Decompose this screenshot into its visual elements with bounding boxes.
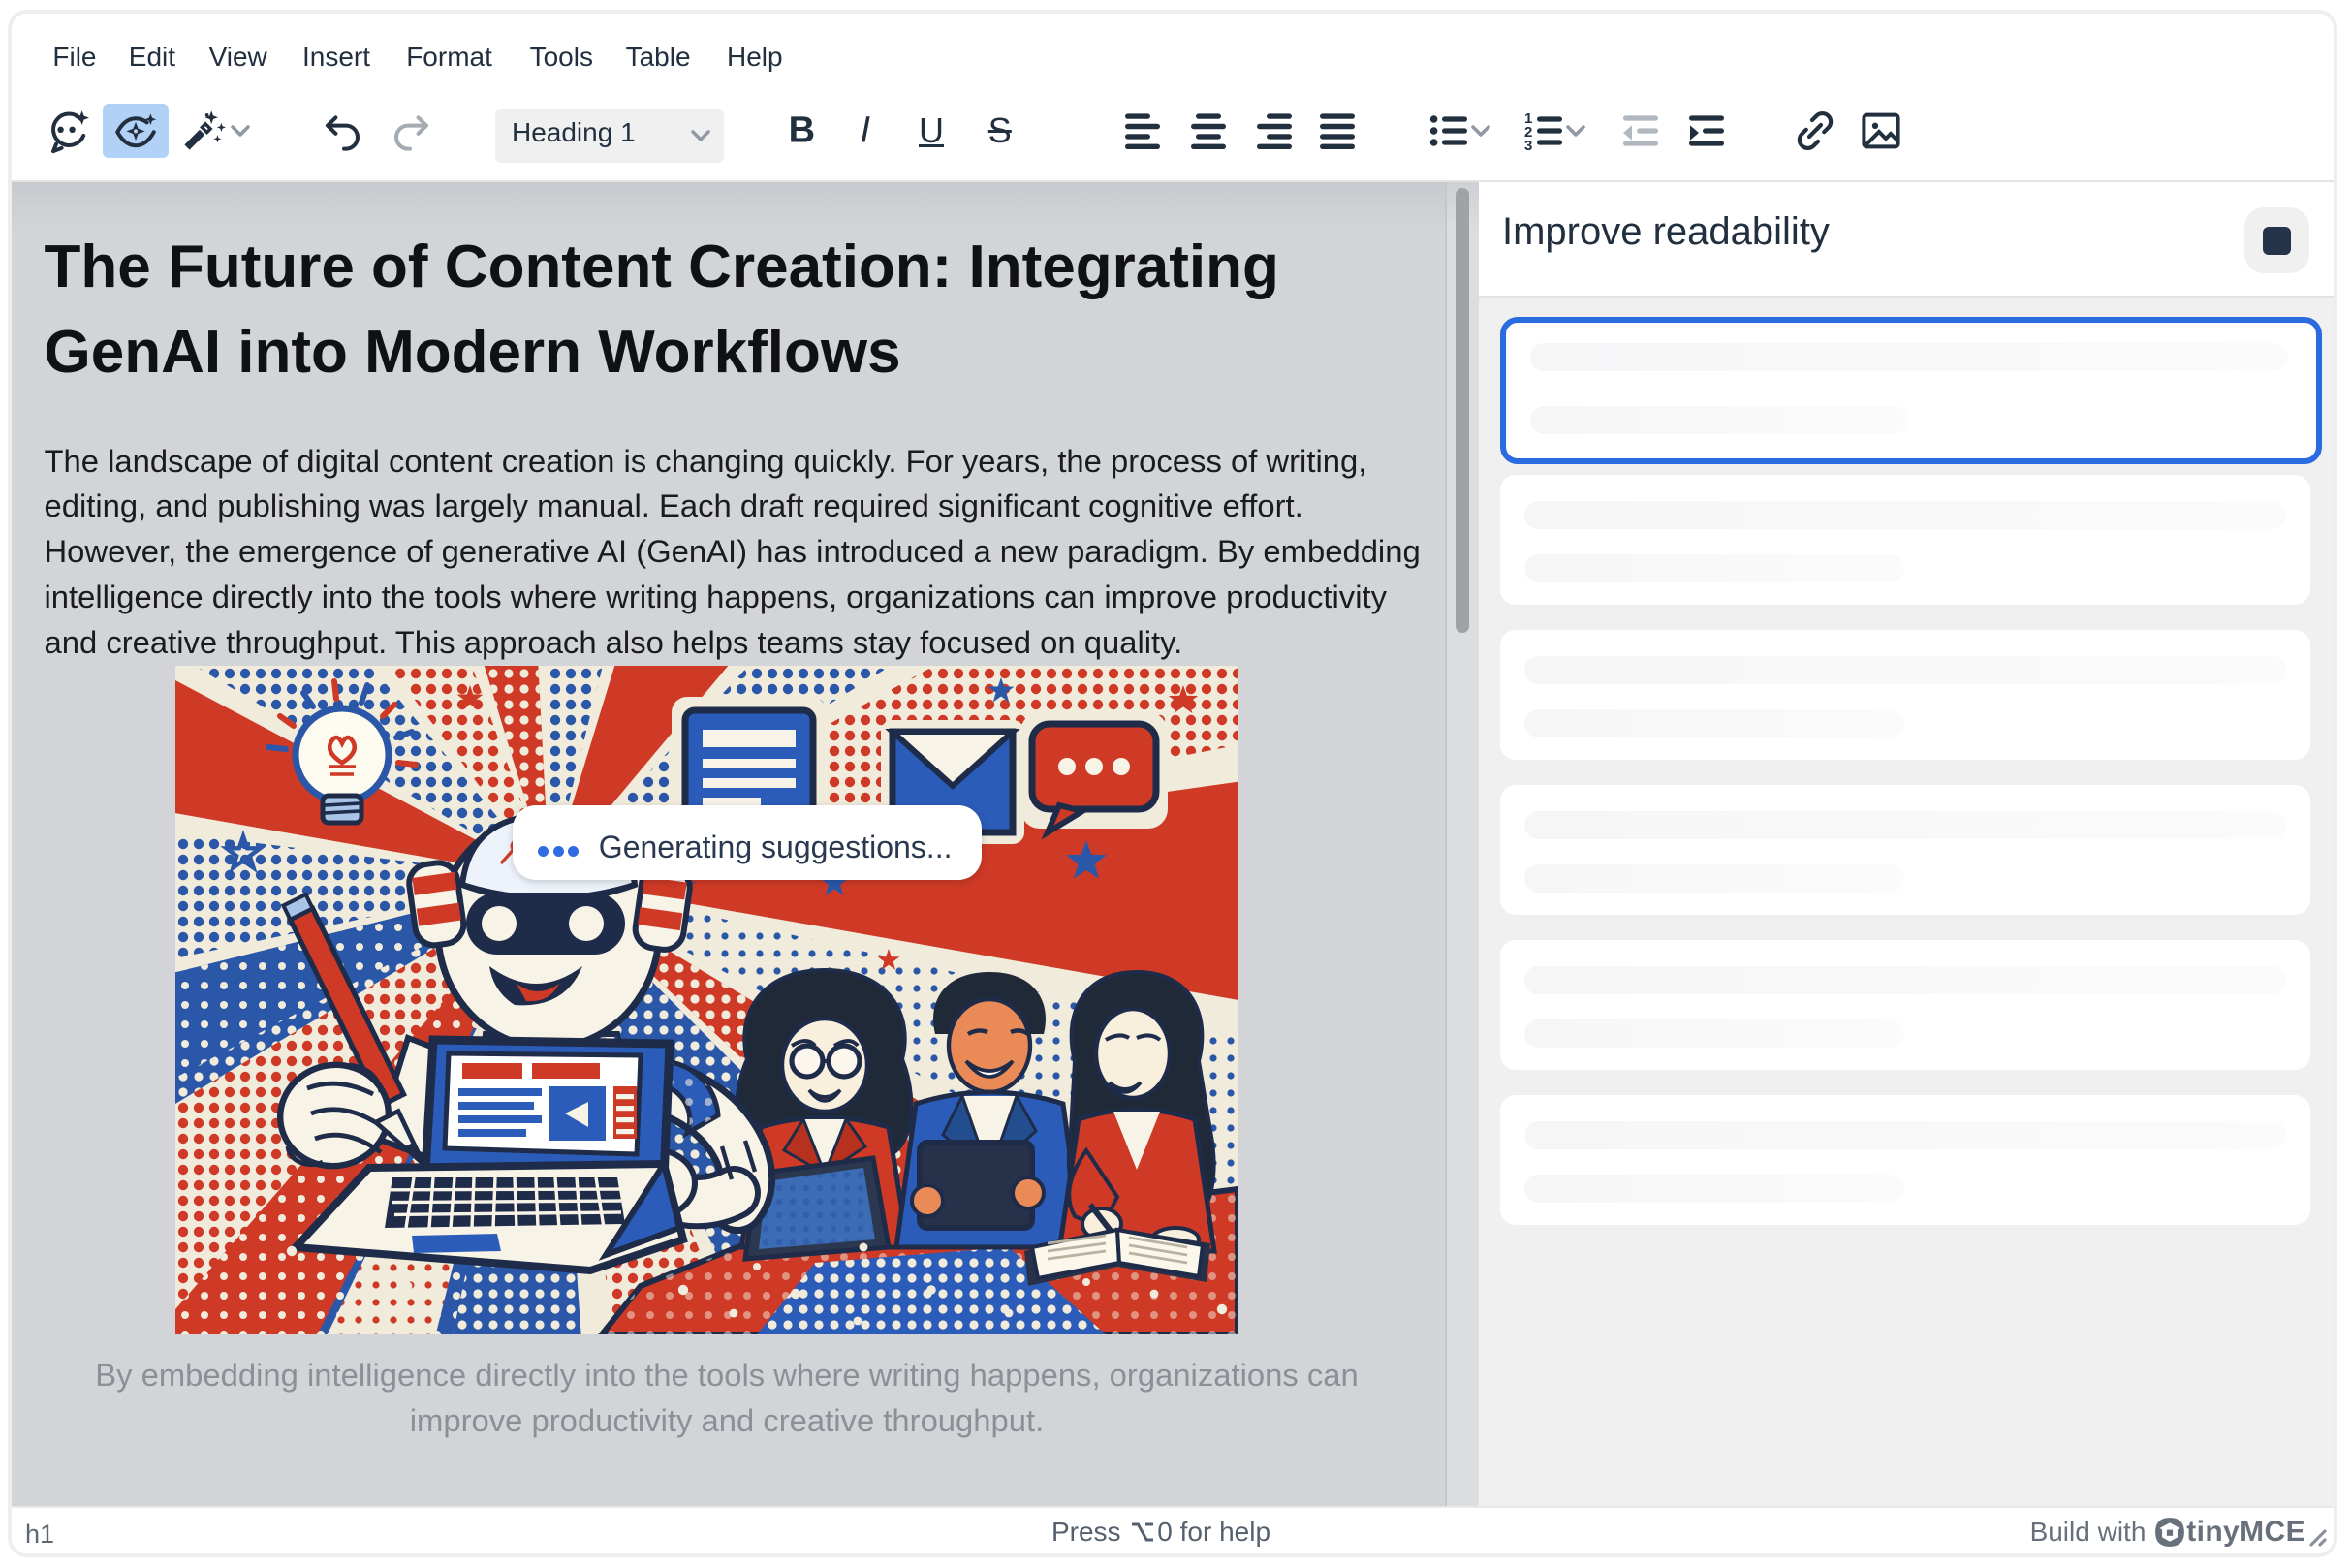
svg-text:3: 3	[1524, 138, 1532, 154]
